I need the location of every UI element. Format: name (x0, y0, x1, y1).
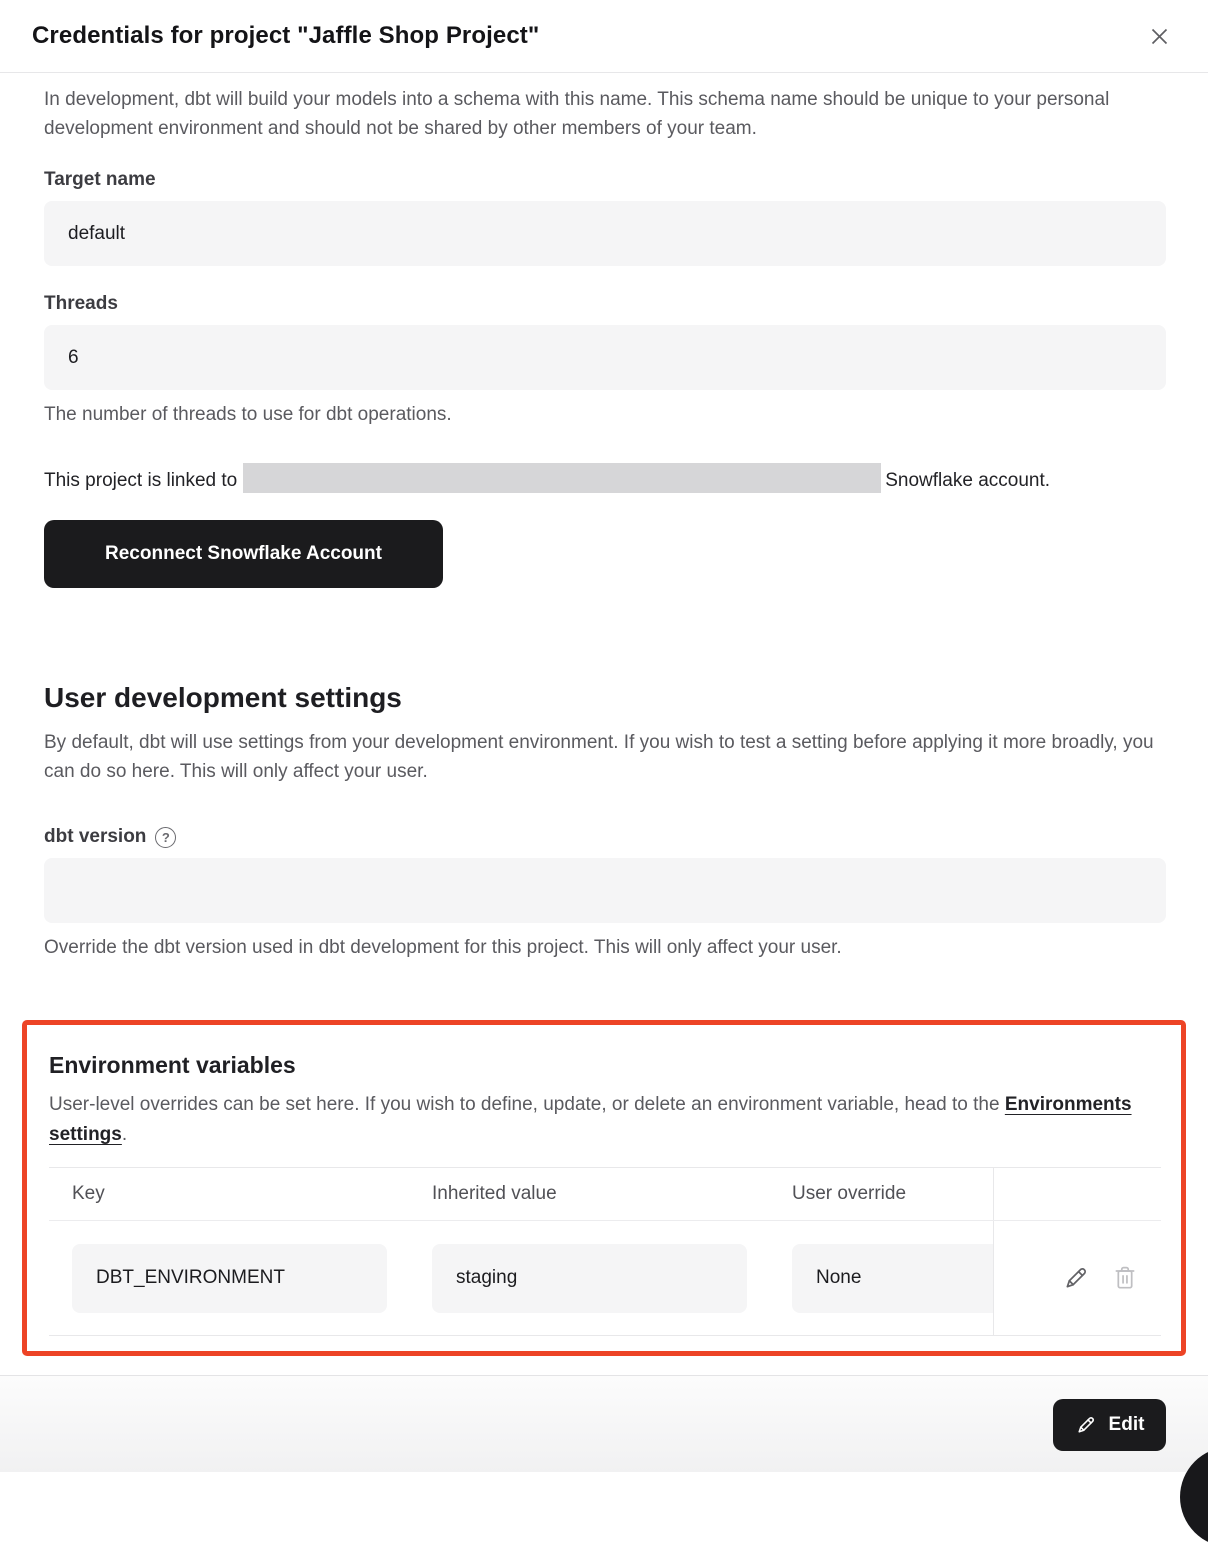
linked-text-after: Snowflake account. (885, 470, 1050, 491)
dbt-version-label: dbt version (44, 826, 146, 848)
dbt-version-input[interactable] (44, 858, 1166, 923)
edit-button[interactable]: Edit (1053, 1399, 1166, 1451)
modal-footer: Edit (0, 1375, 1208, 1472)
snowflake-linked-text: This project is linked to Snowflake accou… (44, 463, 1166, 499)
threads-helper-text: The number of threads to use for dbt ope… (44, 404, 1166, 425)
column-header-actions (993, 1168, 1161, 1220)
modal-body: In development, dbt will build your mode… (0, 85, 1208, 1356)
schema-intro-text: In development, dbt will build your mode… (44, 85, 1166, 143)
delete-env-var-button[interactable] (1112, 1264, 1138, 1292)
env-var-key-value: DBT_ENVIRONMENT (72, 1244, 387, 1313)
column-header-key: Key (72, 1183, 105, 1205)
modal-title: Credentials for project "Jaffle Shop Pro… (32, 22, 539, 50)
dbt-version-label-row: dbt version (44, 826, 1166, 848)
threads-label: Threads (44, 293, 1166, 315)
edit-button-label: Edit (1109, 1414, 1145, 1436)
column-header-inherited-value: Inherited value (432, 1183, 557, 1205)
reconnect-button-label: Reconnect Snowflake Account (105, 543, 382, 565)
target-name-input[interactable] (44, 201, 1166, 266)
redacted-account-name (243, 463, 881, 493)
column-header-user-override: User override (792, 1183, 906, 1205)
dbt-version-helper-text: Override the dbt version used in dbt dev… (44, 937, 1166, 958)
pencil-icon (1062, 1264, 1090, 1292)
env-vars-description-before: User-level overrides can be set here. If… (49, 1094, 1005, 1115)
env-vars-highlight-box: Environment variables User-level overrid… (22, 1020, 1186, 1356)
trash-icon (1112, 1264, 1138, 1292)
env-var-override-value: None (792, 1244, 993, 1313)
env-vars-heading: Environment variables (49, 1052, 1161, 1079)
env-var-row: DBT_ENVIRONMENT staging None (49, 1220, 1161, 1335)
pencil-icon (1075, 1414, 1097, 1436)
close-button[interactable] (1142, 19, 1176, 53)
question-circle-icon[interactable] (155, 827, 176, 848)
env-vars-description: User-level overrides can be set here. If… (49, 1090, 1161, 1150)
x-icon (1146, 23, 1173, 50)
user-dev-settings-description: By default, dbt will use settings from y… (44, 728, 1166, 786)
reconnect-snowflake-button[interactable]: Reconnect Snowflake Account (44, 520, 443, 588)
target-name-label: Target name (44, 169, 1166, 191)
edit-env-var-button[interactable] (1062, 1264, 1090, 1292)
threads-input[interactable] (44, 325, 1166, 390)
env-vars-description-after: . (122, 1124, 127, 1145)
modal-header: Credentials for project "Jaffle Shop Pro… (0, 0, 1208, 73)
env-var-inherited-value: staging (432, 1244, 747, 1313)
env-vars-table: Key Inherited value User override DBT_EN… (49, 1167, 1161, 1336)
env-vars-table-header-row: Key Inherited value User override (49, 1168, 1161, 1220)
linked-text-before: This project is linked to (44, 470, 237, 491)
user-dev-settings-heading: User development settings (44, 682, 1166, 714)
